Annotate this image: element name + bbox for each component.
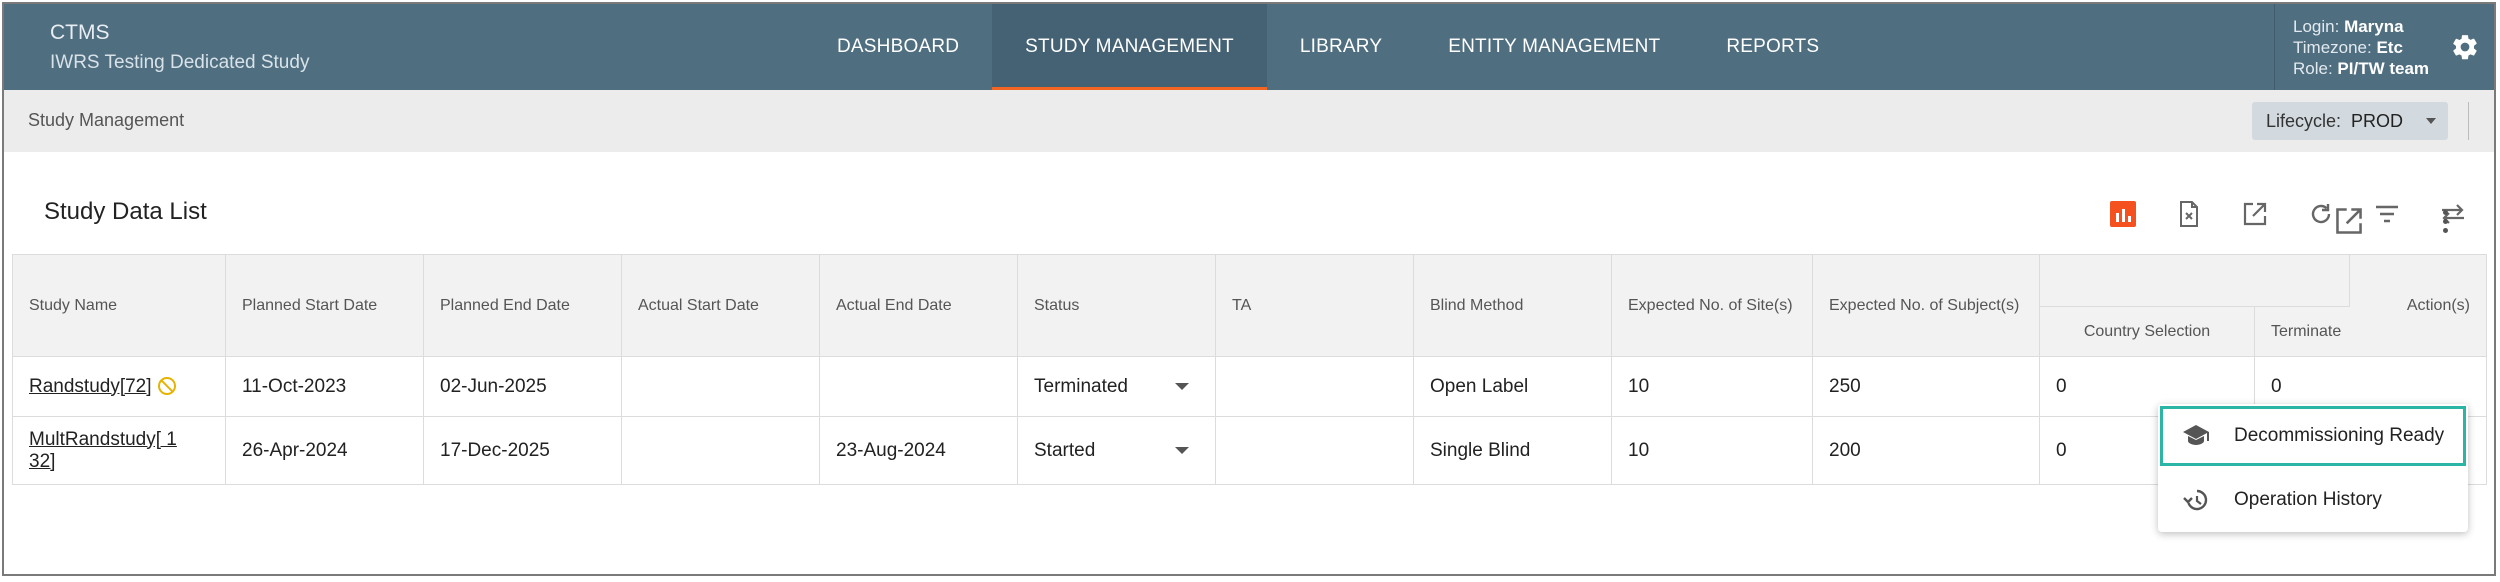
planned-start-cell: 26-Apr-2024 xyxy=(225,416,424,485)
row-action-menu: Decommissioning Ready Operation History xyxy=(2158,404,2468,532)
col-study-name[interactable]: Study Name xyxy=(12,254,226,357)
ta-cell xyxy=(1215,416,1414,485)
col-terminate[interactable]: Terminate xyxy=(2254,306,2350,357)
actual-end-cell: 23-Aug-2024 xyxy=(819,416,1018,485)
table-row: MultRandstudy[ 132] 26-Apr-2024 17-Dec-2… xyxy=(12,416,2487,485)
sites-cell: 10 xyxy=(1611,356,1813,417)
breadcrumb: Study Management xyxy=(28,110,185,130)
col-actual-end[interactable]: Actual End Date xyxy=(819,254,1018,357)
col-expected-sites[interactable]: Expected No. of Site(s) xyxy=(1611,254,1813,357)
toolbar xyxy=(2090,196,2486,232)
table-row: Randstudy[72] 11-Oct-2023 02-Jun-2025 Te… xyxy=(12,356,2487,417)
study-data-card: Study Data List Study Name Planned Start… xyxy=(12,168,2487,572)
col-blind-method[interactable]: Blind Method xyxy=(1413,254,1612,357)
study-name: IWRS Testing Dedicated Study xyxy=(50,52,310,73)
nav-dashboard[interactable]: DASHBOARD xyxy=(804,4,992,90)
app-name: CTMS xyxy=(50,21,110,44)
divider xyxy=(2468,102,2469,140)
swap-button[interactable] xyxy=(2420,196,2486,232)
subjects-cell: 200 xyxy=(1812,416,2040,485)
nav-study-management[interactable]: STUDY MANAGEMENT xyxy=(992,4,1267,90)
open-external-icon xyxy=(2243,202,2267,226)
actual-end-cell xyxy=(819,356,1018,417)
col-ta[interactable]: TA xyxy=(1215,254,1414,357)
ta-cell xyxy=(1215,356,1414,417)
planned-end-cell: 02-Jun-2025 xyxy=(423,356,622,417)
nav-library[interactable]: LIBRARY xyxy=(1267,4,1415,90)
brand: CTMS IWRS Testing Dedicated Study xyxy=(50,20,309,76)
subjects-cell: 250 xyxy=(1812,356,2040,417)
lifecycle-value: PROD xyxy=(2351,110,2404,131)
status-select[interactable]: Terminated xyxy=(1017,356,1216,417)
col-country-selection[interactable]: Country Selection xyxy=(2039,306,2255,357)
timezone-value: Etc xyxy=(2376,38,2403,57)
open-external-button[interactable] xyxy=(2222,196,2288,232)
blind-method-cell: Open Label xyxy=(1413,356,1612,417)
blind-method-cell: Single Blind xyxy=(1413,416,1612,485)
lifecycle-select[interactable]: Lifecycle: PROD xyxy=(2252,102,2448,140)
planned-start-cell: 11-Oct-2023 xyxy=(225,356,424,417)
chart-icon xyxy=(2110,201,2136,227)
more-vert-icon[interactable] xyxy=(2440,210,2450,234)
chevron-down-icon xyxy=(1175,447,1189,454)
study-name-cell: Randstudy[72] xyxy=(12,356,226,417)
user-info: Login: Maryna Timezone: Etc Role: PI/TW … xyxy=(2274,4,2494,90)
study-link[interactable]: Randstudy[72] xyxy=(29,376,152,397)
login-value: Maryna xyxy=(2344,17,2404,36)
study-name-cell: MultRandstudy[ 132] xyxy=(12,416,226,485)
actual-start-cell xyxy=(621,356,820,417)
status-value: Terminated xyxy=(1034,375,1128,397)
menu-item-label: Operation History xyxy=(2234,489,2382,510)
study-link[interactable]: MultRandstudy[ 132] xyxy=(29,429,179,473)
role-value: PI/TW team xyxy=(2337,59,2430,78)
prohibited-icon xyxy=(157,377,176,396)
export-file-button[interactable] xyxy=(2156,196,2222,232)
gear-icon[interactable] xyxy=(2450,32,2480,62)
login-label: Login: xyxy=(2293,17,2340,36)
chevron-down-icon xyxy=(1175,383,1189,390)
refresh-icon xyxy=(2311,204,2331,224)
sub-bar: Study Management Lifecycle: PROD xyxy=(4,90,2494,152)
nav-entity-management[interactable]: ENTITY MANAGEMENT xyxy=(1415,4,1693,90)
top-header: CTMS IWRS Testing Dedicated Study DASHBO… xyxy=(4,4,2494,90)
chevron-down-icon xyxy=(2426,118,2436,124)
chart-button[interactable] xyxy=(2090,196,2156,232)
menu-item-decommissioning-ready[interactable]: Decommissioning Ready xyxy=(2160,406,2466,466)
timezone-label: Timezone: xyxy=(2293,38,2372,57)
actual-start-cell xyxy=(621,416,820,485)
menu-item-label: Decommissioning Ready xyxy=(2234,425,2445,446)
main-nav: DASHBOARD STUDY MANAGEMENT LIBRARY ENTIT… xyxy=(804,4,1852,90)
planned-end-cell: 17-Dec-2025 xyxy=(423,416,622,485)
filter-icon xyxy=(2376,205,2398,223)
history-icon xyxy=(2183,489,2208,511)
app-window: CTMS IWRS Testing Dedicated Study DASHBO… xyxy=(2,2,2496,576)
col-actions: Action(s) xyxy=(2349,254,2487,357)
sites-cell: 10 xyxy=(1611,416,1813,485)
col-planned-start[interactable]: Planned Start Date xyxy=(225,254,424,357)
study-table: Study Name Planned Start Date Planned En… xyxy=(12,254,2487,485)
card-title: Study Data List xyxy=(44,198,207,225)
col-expected-subjects[interactable]: Expected No. of Subject(s) xyxy=(1812,254,2040,357)
col-group-header xyxy=(2039,254,2350,307)
col-status[interactable]: Status xyxy=(1017,254,1216,357)
col-actual-start[interactable]: Actual Start Date xyxy=(621,254,820,357)
lifecycle-label: Lifecycle: xyxy=(2266,110,2342,131)
col-planned-end[interactable]: Planned End Date xyxy=(423,254,622,357)
status-select[interactable]: Started xyxy=(1017,416,1216,485)
status-value: Started xyxy=(1034,439,1096,461)
role-label: Role: xyxy=(2293,59,2333,78)
nav-reports[interactable]: REPORTS xyxy=(1693,4,1852,90)
open-external-icon[interactable] xyxy=(2334,206,2364,236)
graduation-cap-icon xyxy=(2183,425,2209,445)
export-file-icon xyxy=(2180,201,2198,227)
menu-item-operation-history[interactable]: Operation History xyxy=(2158,470,2468,530)
